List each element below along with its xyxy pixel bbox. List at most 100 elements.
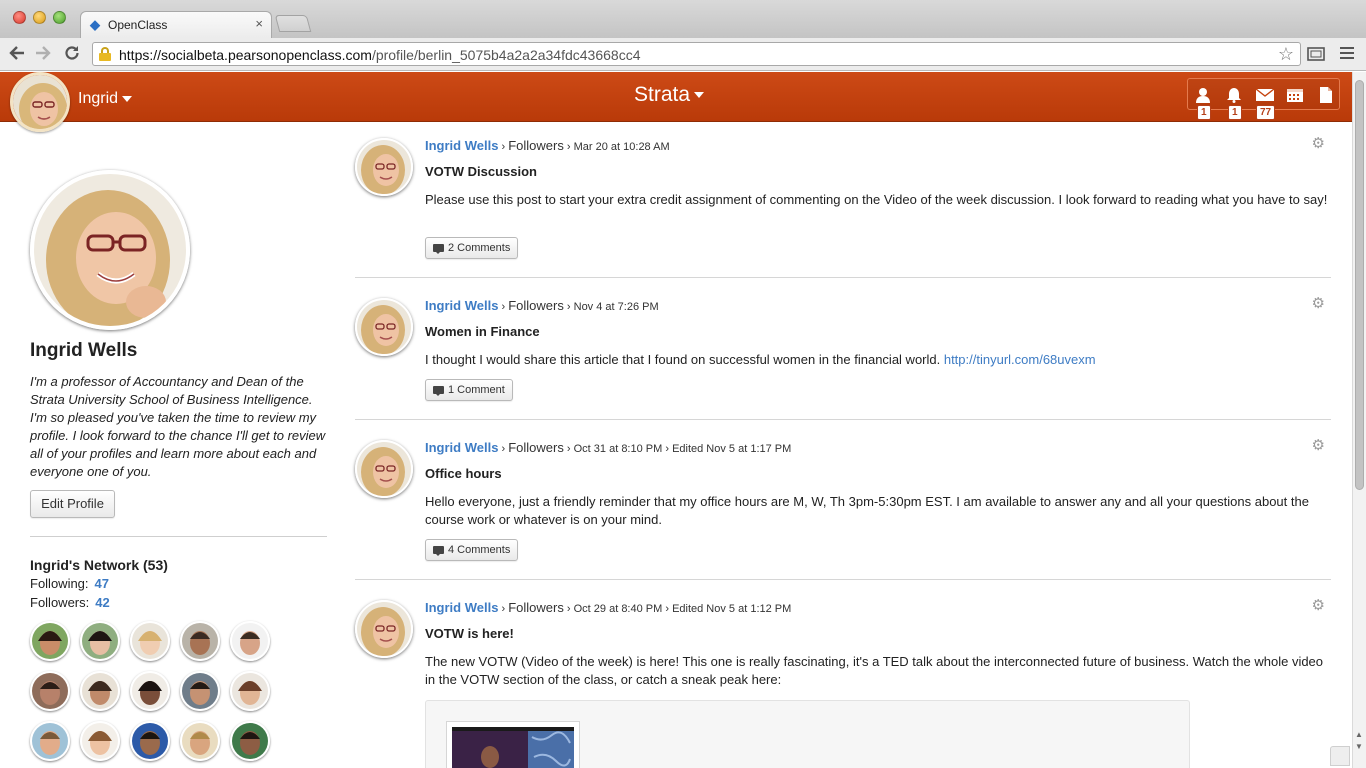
scroll-up-icon[interactable]: ▲: [1355, 730, 1363, 739]
person-icon[interactable]: [1194, 87, 1212, 103]
post-body-text: I thought I would share this article tha…: [425, 352, 944, 367]
followers-line: Followers: 42: [30, 595, 110, 610]
following-line: Following: 47: [30, 576, 109, 591]
profile-bio: I'm a professor of Accountancy and Dean …: [30, 374, 326, 479]
network-member-avatar[interactable]: [130, 721, 170, 761]
header-avatar[interactable]: [10, 72, 70, 132]
post-author-avatar[interactable]: [355, 440, 413, 498]
post-author-link[interactable]: Ingrid Wells: [425, 298, 498, 313]
post-author-avatar[interactable]: [355, 298, 413, 356]
browser-toolbar: https://socialbeta.pearsonopenclass.com/…: [0, 38, 1366, 71]
feed-post: Ingrid Wells › Followers › Mar 20 at 10:…: [355, 135, 1331, 268]
lock-icon: [99, 47, 111, 61]
post-timestamp[interactable]: Oct 29 at 8:40 PM: [574, 603, 663, 615]
back-arrow-icon[interactable]: [7, 44, 27, 64]
post-timestamp[interactable]: Mar 20 at 10:28 AM: [574, 141, 670, 153]
post-body: The new VOTW (Video of the week) is here…: [425, 654, 1324, 687]
feed-post: Ingrid Wells › Followers › Oct 29 at 8:4…: [355, 597, 1331, 700]
close-window-button[interactable]: [13, 11, 26, 24]
gear-icon[interactable]: ⚙: [1312, 596, 1325, 614]
followers-count-link[interactable]: 42: [95, 595, 109, 610]
user-menu[interactable]: Ingrid: [78, 90, 133, 108]
network-member-avatar[interactable]: [80, 671, 120, 711]
forward-arrow-icon[interactable]: [33, 44, 53, 64]
new-tab-button[interactable]: [274, 15, 312, 32]
post-body: Hello everyone, just a friendly reminder…: [425, 494, 1309, 527]
menu-icon[interactable]: [1340, 46, 1354, 64]
post-timestamp[interactable]: Nov 4 at 7:26 PM: [574, 301, 659, 313]
post-audience: Followers: [508, 600, 564, 615]
chevron-down-icon: [122, 95, 133, 102]
post-audience: Followers: [508, 440, 564, 455]
bookmark-star-icon[interactable]: ☆: [1278, 44, 1294, 65]
comments-button[interactable]: 2 Comments: [425, 237, 519, 259]
address-bar[interactable]: https://socialbeta.pearsonopenclass.com/…: [92, 42, 1301, 66]
following-label: Following:: [30, 576, 89, 591]
post-author-link[interactable]: Ingrid Wells: [425, 440, 498, 455]
post-body: I thought I would share this article tha…: [425, 351, 1330, 369]
scroll-down-icon[interactable]: ▼: [1355, 742, 1363, 751]
post-meta: Ingrid Wells › Followers › Oct 29 at 8:4…: [425, 600, 792, 615]
calendar-icon[interactable]: [1286, 87, 1304, 103]
mail-icon[interactable]: [1255, 87, 1275, 103]
network-member-avatar[interactable]: [30, 721, 70, 761]
cast-icon[interactable]: [1307, 46, 1325, 66]
comments-label: 1 Comment: [448, 384, 505, 396]
notifications-badge: 1: [1228, 105, 1242, 120]
url-text: https://socialbeta.pearsonopenclass.com/…: [119, 47, 641, 63]
gear-icon[interactable]: ⚙: [1312, 294, 1325, 312]
network-member-avatar[interactable]: [30, 671, 70, 711]
network-member-avatar[interactable]: [80, 721, 120, 761]
browser-tab-bar: ◆ OpenClass ×: [0, 0, 1366, 38]
network-member-avatar[interactable]: [230, 671, 270, 711]
resize-grip[interactable]: [1330, 746, 1350, 766]
zoom-window-button[interactable]: [53, 11, 66, 24]
gear-icon[interactable]: ⚙: [1312, 436, 1325, 454]
bell-icon[interactable]: [1225, 87, 1243, 103]
comments-label: 4 Comments: [448, 544, 511, 556]
network-member-avatar[interactable]: [180, 671, 220, 711]
document-icon[interactable]: [1318, 87, 1336, 103]
post-author-link[interactable]: Ingrid Wells: [425, 138, 498, 153]
minimize-window-button[interactable]: [33, 11, 46, 24]
gear-icon[interactable]: ⚙: [1312, 134, 1325, 152]
feed-post: Ingrid Wells › Followers › Oct 31 at 8:1…: [355, 437, 1331, 570]
video-thumbnail[interactable]: [446, 721, 580, 768]
post-title: VOTW Discussion: [425, 164, 537, 179]
comments-button[interactable]: 1 Comment: [425, 379, 513, 401]
course-menu[interactable]: Strata: [634, 83, 705, 107]
post-audience: Followers: [508, 298, 564, 313]
edit-profile-button[interactable]: Edit Profile: [30, 490, 115, 518]
network-member-avatar[interactable]: [80, 621, 120, 661]
network-member-avatar[interactable]: [130, 671, 170, 711]
network-member-avatar[interactable]: [130, 621, 170, 661]
browser-tab[interactable]: ◆ OpenClass ×: [80, 11, 272, 38]
network-member-avatar[interactable]: [180, 621, 220, 661]
page-scrollbar[interactable]: ▲ ▼: [1352, 72, 1366, 768]
post-edited: Edited Nov 5 at 1:17 PM: [672, 443, 792, 455]
reload-icon[interactable]: [62, 44, 82, 64]
scrollbar-thumb[interactable]: [1355, 80, 1364, 490]
network-member-avatar[interactable]: [30, 621, 70, 661]
post-author-link[interactable]: Ingrid Wells: [425, 600, 498, 615]
post-timestamp[interactable]: Oct 31 at 8:10 PM: [574, 443, 663, 455]
comment-icon: [433, 546, 444, 556]
course-menu-label: Strata: [634, 83, 691, 106]
comments-button[interactable]: 4 Comments: [425, 539, 519, 561]
following-count-link[interactable]: 47: [95, 576, 109, 591]
header-icon-bar: 1 1 77: [1187, 78, 1340, 120]
network-member-avatar[interactable]: [180, 721, 220, 761]
post-divider: [355, 579, 1331, 580]
openclass-favicon-icon: ◆: [90, 17, 100, 32]
post-meta: Ingrid Wells › Followers › Mar 20 at 10:…: [425, 138, 670, 153]
post-author-avatar[interactable]: [355, 600, 413, 658]
post-link[interactable]: http://tinyurl.com/68uvexm: [944, 352, 1096, 367]
feed-post: Ingrid Wells › Followers › Nov 4 at 7:26…: [355, 295, 1331, 408]
post-author-avatar[interactable]: [355, 138, 413, 196]
tab-close-icon[interactable]: ×: [255, 16, 263, 31]
post-audience: Followers: [508, 138, 564, 153]
comment-icon: [433, 244, 444, 254]
profile-name: Ingrid Wells: [30, 340, 138, 361]
network-member-avatar[interactable]: [230, 621, 270, 661]
network-member-avatar[interactable]: [230, 721, 270, 761]
